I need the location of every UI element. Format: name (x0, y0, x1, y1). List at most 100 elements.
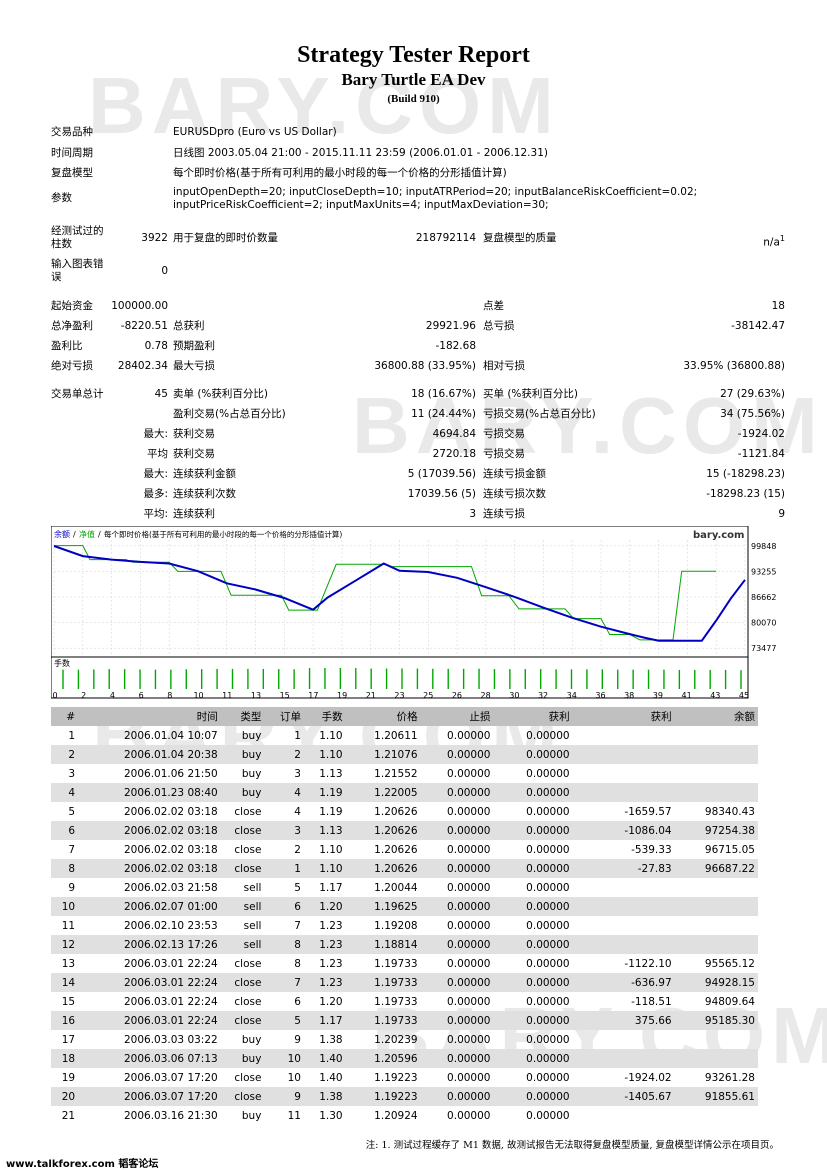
cell-type: buy (241, 729, 262, 742)
cell-balance (675, 726, 758, 745)
cell-balance: 96715.05 (704, 843, 755, 856)
cell-time: 2006.03.01 22:24 (78, 1011, 221, 1030)
cell-number: 11 (61, 919, 76, 932)
largest-loss-label: 亏损交易 (483, 428, 525, 440)
col-tp: 获利 (493, 707, 573, 726)
cell-type: buy (241, 767, 262, 780)
cell-sl: 0.00000 (420, 973, 494, 992)
cell-sl: 0.00000 (447, 767, 491, 780)
col-sl: 止损 (420, 707, 494, 726)
table-row: 12 2006.02.13 17:26 sell 8 1.23 1.18814 0.0000… (51, 935, 758, 954)
max-prefix: 最大: (143, 428, 168, 440)
x-tick-label: 8 (167, 691, 172, 700)
most-prefix: 最多: (143, 488, 168, 500)
cell-balance (675, 878, 758, 897)
legend-model: 每个即时价格(基于所有可利用的最小时段的每一个价格的分形插值计算) (104, 529, 342, 539)
cell-order: 9 (264, 1087, 304, 1106)
cell-order: 7 (264, 973, 304, 992)
cell-type: buy (220, 745, 265, 764)
cell-tp: 0.00000 (493, 859, 573, 878)
legend-balance: 余额 (54, 529, 70, 539)
cell-profit (572, 783, 675, 802)
cell-tp: 0.00000 (526, 957, 570, 970)
cell-price: 1.20611 (374, 729, 418, 742)
cell-balance (674, 783, 758, 802)
cell-time: 2006.03.07 17:20 (123, 1071, 218, 1084)
symbol-value: EURUSDpro (Euro vs US Dollar) (173, 126, 337, 138)
cell-type: sell (220, 897, 265, 916)
cell-type: close (234, 995, 262, 1008)
profit-factor-value: 0.78 (144, 340, 168, 352)
cell-order: 8 (294, 957, 301, 970)
cell-type: close (220, 1087, 265, 1106)
max-drawdown-value: 36800.88 (33.95%) (374, 360, 476, 372)
table-row: 16 2006.03.01 22:24 close 5 1.17 1.19733 0.000… (51, 1011, 758, 1030)
cell-number: 9 (68, 881, 76, 894)
col-type: 类型 (220, 707, 265, 726)
cell-balance: 96687.22 (674, 859, 758, 878)
long-value: 27 (29.63%) (720, 388, 785, 400)
deals-table: # 时间 类型 订单 手数 价格 止损 获利 获利 余额 1 2006.01.04… (51, 707, 758, 1125)
win-trades-value: 11 (24.44%) (411, 408, 476, 420)
cell-tp: 0.00000 (526, 1033, 570, 1046)
cell-order: 10 (287, 1071, 301, 1084)
cell-tp: 0.00000 (493, 821, 573, 840)
cell-balance: 93261.28 (704, 1071, 755, 1084)
cell-lots: 1.38 (303, 1087, 346, 1106)
cell-profit: -539.33 (631, 843, 672, 856)
loss-trades-value: 34 (75.56%) (720, 408, 785, 420)
avg-win-value: 2720.18 (432, 448, 476, 460)
cell-order: 6 (264, 897, 304, 916)
x-tick-label: 0 (52, 691, 57, 700)
cell-time: 2006.01.23 08:40 (78, 783, 221, 802)
cell-sl: 0.00000 (447, 957, 491, 970)
period-label: 时间周期 (51, 147, 93, 159)
cell-balance: 95565.12 (704, 957, 755, 970)
x-tick-label: 21 (366, 691, 376, 700)
avg-loss-value: -1121.84 (737, 448, 785, 460)
deposit-value: 100000.00 (111, 300, 168, 312)
abs-drawdown-value: 28402.34 (117, 360, 168, 372)
cell-balance (675, 1106, 758, 1125)
cell-sl: 0.00000 (447, 843, 491, 856)
cell-price: 1.19733 (345, 973, 421, 992)
table-row: 5 2006.02.02 03:18 close 4 1.19 1.20626 0.0000… (51, 802, 758, 821)
table-row: 8 2006.02.02 03:18 close 1 1.10 1.20626 0.0000… (51, 859, 758, 878)
win-trades-label: 盈利交易(%占总百分比) (173, 408, 286, 420)
x-tick-label: 25 (423, 691, 433, 700)
y-tick-labels: 99848 93255 86662 80070 73477 (751, 542, 776, 653)
cell-balance: 91855.61 (674, 1087, 758, 1106)
footnote: 注: 1. 测试过程缓存了 M1 数据, 故测试报告无法取得复盘模型质量, 复盘… (365, 1140, 779, 1151)
cell-time: 2006.02.03 21:58 (123, 881, 218, 894)
cell-price: 1.19733 (374, 995, 418, 1008)
cell-lots: 1.20 (319, 995, 343, 1008)
cell-profit: -636.97 (572, 973, 675, 992)
cell-order: 4 (294, 805, 301, 818)
cell-lots: 1.23 (303, 973, 346, 992)
cell-order: 9 (294, 1033, 301, 1046)
cell-number: 14 (51, 973, 79, 992)
cell-order: 2 (294, 843, 301, 856)
y-tick-label: 99848 (751, 542, 776, 551)
cell-time: 2006.02.10 23:53 (123, 919, 218, 932)
cell-tp: 0.00000 (526, 881, 570, 894)
cell-price: 1.20596 (345, 1049, 421, 1068)
cell-profit (572, 1049, 675, 1068)
cell-tp: 0.00000 (493, 783, 573, 802)
cell-balance: 97254.38 (674, 821, 758, 840)
cell-tp: 0.00000 (526, 1109, 570, 1122)
cell-time: 2006.03.01 22:24 (123, 957, 218, 970)
cell-sl: 0.00000 (420, 935, 494, 954)
cell-number: 1 (68, 729, 76, 742)
cell-type: close (220, 1011, 265, 1030)
col-price: 价格 (345, 707, 421, 726)
cell-profit (573, 726, 675, 745)
x-tick-label: 17 (308, 691, 318, 700)
cell-profit: -1924.02 (624, 1071, 672, 1084)
cell-lots: 1.17 (319, 881, 343, 894)
errors-value: 0 (161, 265, 168, 277)
cons-loss-count-label: 连续亏损次数 (483, 488, 546, 500)
cell-balance: 98340.43 (704, 805, 755, 818)
short-value: 18 (16.67%) (411, 388, 476, 400)
volume-label: 手数 (54, 658, 70, 668)
